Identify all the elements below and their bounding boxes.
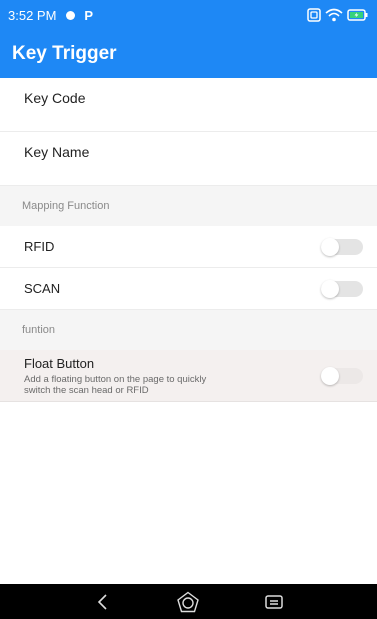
rfid-label: RFID	[24, 239, 55, 254]
back-icon	[97, 593, 107, 610]
status-bar: 3:52 PM P	[0, 0, 377, 30]
nfc-icon	[307, 8, 321, 22]
section-header-mapping: Mapping Function	[0, 186, 377, 226]
home-icon	[177, 591, 200, 612]
float-button-row[interactable]: Float Button Add a floating button on th…	[0, 350, 377, 402]
app-bar: Key Trigger	[0, 30, 377, 78]
rfid-toggle[interactable]	[321, 237, 363, 256]
float-button-toggle[interactable]	[321, 366, 363, 385]
float-button-label: Float Button	[24, 355, 95, 371]
battery-charging-icon	[347, 9, 368, 21]
recent-apps-button[interactable]	[259, 587, 289, 617]
key-code-field[interactable]: Key Code	[0, 78, 377, 132]
key-name-field[interactable]: Key Name	[0, 132, 377, 186]
page-title: Key Trigger	[12, 43, 117, 64]
scan-toggle[interactable]	[321, 279, 363, 298]
settings-list: Key Code Key Name Mapping Function RFID …	[0, 78, 377, 402]
toggle-knob	[321, 366, 339, 385]
toggle-knob	[321, 237, 339, 256]
recent-apps-icon	[265, 594, 283, 609]
rfid-row[interactable]: RFID	[0, 226, 377, 268]
status-dot-icon	[66, 10, 76, 20]
float-button-description: Add a floating button on the page to qui…	[24, 373, 207, 396]
scan-label: SCAN	[24, 281, 61, 296]
scan-row[interactable]: SCAN	[0, 268, 377, 310]
home-button[interactable]	[173, 587, 203, 617]
status-time: 3:52 PM	[8, 7, 57, 23]
key-name-label: Key Name	[24, 143, 90, 160]
p-icon: P	[84, 7, 94, 23]
key-code-label: Key Code	[24, 89, 86, 106]
navigation-bar	[0, 584, 377, 619]
wifi-icon	[325, 8, 343, 22]
section-header-function: funtion	[0, 310, 377, 350]
back-button[interactable]	[88, 587, 118, 617]
toggle-knob	[321, 279, 339, 298]
